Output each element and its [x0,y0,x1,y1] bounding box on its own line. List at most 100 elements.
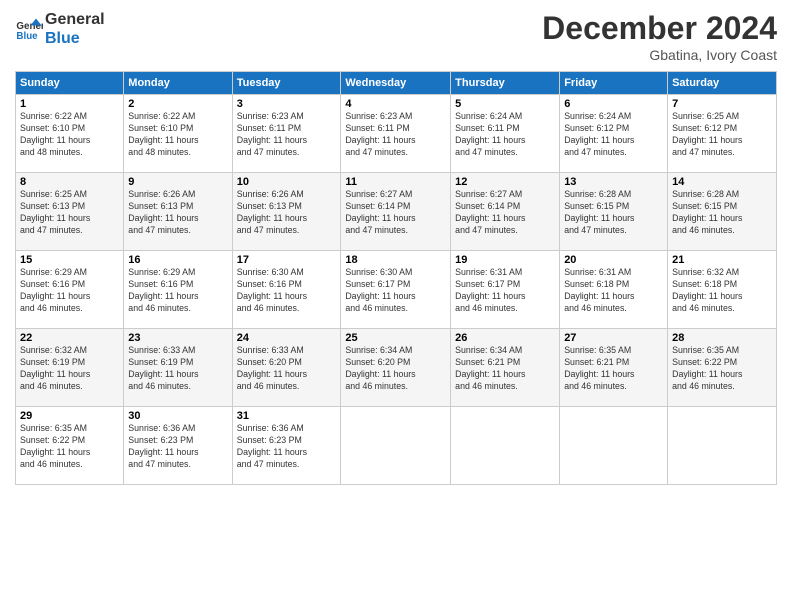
day-number: 8 [20,176,119,188]
day-info: Sunrise: 6:31 AM Sunset: 6:18 PM Dayligh… [564,267,663,315]
table-row: 13Sunrise: 6:28 AM Sunset: 6:15 PM Dayli… [560,173,668,251]
day-info: Sunrise: 6:34 AM Sunset: 6:20 PM Dayligh… [345,345,446,393]
day-info: Sunrise: 6:36 AM Sunset: 6:23 PM Dayligh… [237,423,337,471]
table-row: 22Sunrise: 6:32 AM Sunset: 6:19 PM Dayli… [16,329,124,407]
day-number: 22 [20,332,119,344]
col-saturday: Saturday [668,72,777,95]
col-friday: Friday [560,72,668,95]
logo-line1: General [45,10,105,29]
day-info: Sunrise: 6:23 AM Sunset: 6:11 PM Dayligh… [237,111,337,159]
day-info: Sunrise: 6:25 AM Sunset: 6:13 PM Dayligh… [20,189,119,237]
day-number: 2 [128,98,227,110]
location: Gbatina, Ivory Coast [542,47,777,63]
table-row: 23Sunrise: 6:33 AM Sunset: 6:19 PM Dayli… [124,329,232,407]
col-tuesday: Tuesday [232,72,341,95]
day-number: 31 [237,410,337,422]
table-row: 6Sunrise: 6:24 AM Sunset: 6:12 PM Daylig… [560,95,668,173]
table-row: 19Sunrise: 6:31 AM Sunset: 6:17 PM Dayli… [451,251,560,329]
day-info: Sunrise: 6:30 AM Sunset: 6:16 PM Dayligh… [237,267,337,315]
title-block: December 2024 Gbatina, Ivory Coast [542,10,777,63]
calendar-week-row: 15 Sunrise: 6:29 AM Sunset: 6:16 PM Dayli… [16,251,777,329]
day-info: Sunrise: 6:35 AM Sunset: 6:21 PM Dayligh… [564,345,663,393]
day-number: 26 [455,332,555,344]
day-number: 14 [672,176,772,188]
logo-icon: General Blue [15,15,43,43]
day-info: Sunrise: 6:26 AM Sunset: 6:13 PM Dayligh… [128,189,227,237]
col-wednesday: Wednesday [341,72,451,95]
table-row: 26Sunrise: 6:34 AM Sunset: 6:21 PM Dayli… [451,329,560,407]
day-number: 18 [345,254,446,266]
day-number: 25 [345,332,446,344]
calendar-week-row: 29Sunrise: 6:35 AM Sunset: 6:22 PM Dayli… [16,407,777,485]
svg-text:Blue: Blue [16,31,38,42]
table-row: 2Sunrise: 6:22 AM Sunset: 6:10 PM Daylig… [124,95,232,173]
day-number: 28 [672,332,772,344]
calendar-week-row: 22Sunrise: 6:32 AM Sunset: 6:19 PM Dayli… [16,329,777,407]
col-thursday: Thursday [451,72,560,95]
day-number: 12 [455,176,555,188]
day-info: Sunrise: 6:35 AM Sunset: 6:22 PM Dayligh… [20,423,119,471]
table-row: 9Sunrise: 6:26 AM Sunset: 6:13 PM Daylig… [124,173,232,251]
day-number: 17 [237,254,337,266]
table-row: 8Sunrise: 6:25 AM Sunset: 6:13 PM Daylig… [16,173,124,251]
day-info: Sunrise: 6:36 AM Sunset: 6:23 PM Dayligh… [128,423,227,471]
table-row: 15Sunrise: 6:29 AM Sunset: 6:16 PM Dayli… [16,251,124,329]
logo: General Blue General Blue [15,10,105,48]
table-row: 30Sunrise: 6:36 AM Sunset: 6:23 PM Dayli… [124,407,232,485]
day-info: Sunrise: 6:32 AM Sunset: 6:19 PM Dayligh… [20,345,119,393]
table-row: 29Sunrise: 6:35 AM Sunset: 6:22 PM Dayli… [16,407,124,485]
day-number: 3 [237,98,337,110]
calendar-week-row: 8Sunrise: 6:25 AM Sunset: 6:13 PM Daylig… [16,173,777,251]
table-row: 4Sunrise: 6:23 AM Sunset: 6:11 PM Daylig… [341,95,451,173]
day-number: 30 [128,410,227,422]
day-info: Sunrise: 6:30 AM Sunset: 6:17 PM Dayligh… [345,267,446,315]
day-info: Sunrise: 6:24 AM Sunset: 6:12 PM Dayligh… [564,111,663,159]
table-row: 3Sunrise: 6:23 AM Sunset: 6:11 PM Daylig… [232,95,341,173]
day-info: Sunrise: 6:22 AM Sunset: 6:10 PM Dayligh… [20,111,119,159]
col-sunday: Sunday [16,72,124,95]
day-number: 7 [672,98,772,110]
table-row: 10Sunrise: 6:26 AM Sunset: 6:13 PM Dayli… [232,173,341,251]
logo-line2: Blue [45,29,105,48]
table-row [668,407,777,485]
table-row: 31Sunrise: 6:36 AM Sunset: 6:23 PM Dayli… [232,407,341,485]
calendar: Sunday Monday Tuesday Wednesday Thursday… [15,71,777,485]
col-monday: Monday [124,72,232,95]
day-info: Sunrise: 6:33 AM Sunset: 6:20 PM Dayligh… [237,345,337,393]
table-row: 27Sunrise: 6:35 AM Sunset: 6:21 PM Dayli… [560,329,668,407]
day-info: Sunrise: 6:29 AM Sunset: 6:16 PM Dayligh… [128,267,227,315]
day-number: 1 [20,98,119,110]
day-number: 19 [455,254,555,266]
day-info: Sunrise: 6:28 AM Sunset: 6:15 PM Dayligh… [564,189,663,237]
day-number: 15 [20,254,119,266]
table-row: 1Sunrise: 6:22 AM Sunset: 6:10 PM Daylig… [16,95,124,173]
calendar-header-row: Sunday Monday Tuesday Wednesday Thursday… [16,72,777,95]
day-number: 29 [20,410,119,422]
day-number: 24 [237,332,337,344]
day-number: 23 [128,332,227,344]
day-info: Sunrise: 6:34 AM Sunset: 6:21 PM Dayligh… [455,345,555,393]
table-row: 17Sunrise: 6:30 AM Sunset: 6:16 PM Dayli… [232,251,341,329]
table-row [451,407,560,485]
day-info: Sunrise: 6:26 AM Sunset: 6:13 PM Dayligh… [237,189,337,237]
day-info: Sunrise: 6:33 AM Sunset: 6:19 PM Dayligh… [128,345,227,393]
day-number: 16 [128,254,227,266]
table-row: 25Sunrise: 6:34 AM Sunset: 6:20 PM Dayli… [341,329,451,407]
table-row [560,407,668,485]
table-row: 18Sunrise: 6:30 AM Sunset: 6:17 PM Dayli… [341,251,451,329]
day-number: 21 [672,254,772,266]
day-info: Sunrise: 6:27 AM Sunset: 6:14 PM Dayligh… [345,189,446,237]
header: General Blue General Blue December 2024 … [15,10,777,63]
table-row: 24Sunrise: 6:33 AM Sunset: 6:20 PM Dayli… [232,329,341,407]
day-info: Sunrise: 6:27 AM Sunset: 6:14 PM Dayligh… [455,189,555,237]
day-info: Sunrise: 6:25 AM Sunset: 6:12 PM Dayligh… [672,111,772,159]
table-row: 11Sunrise: 6:27 AM Sunset: 6:14 PM Dayli… [341,173,451,251]
table-row: 21Sunrise: 6:32 AM Sunset: 6:18 PM Dayli… [668,251,777,329]
day-number: 20 [564,254,663,266]
table-row: 16Sunrise: 6:29 AM Sunset: 6:16 PM Dayli… [124,251,232,329]
day-number: 13 [564,176,663,188]
table-row: 12Sunrise: 6:27 AM Sunset: 6:14 PM Dayli… [451,173,560,251]
day-number: 6 [564,98,663,110]
table-row: 20Sunrise: 6:31 AM Sunset: 6:18 PM Dayli… [560,251,668,329]
day-number: 4 [345,98,446,110]
